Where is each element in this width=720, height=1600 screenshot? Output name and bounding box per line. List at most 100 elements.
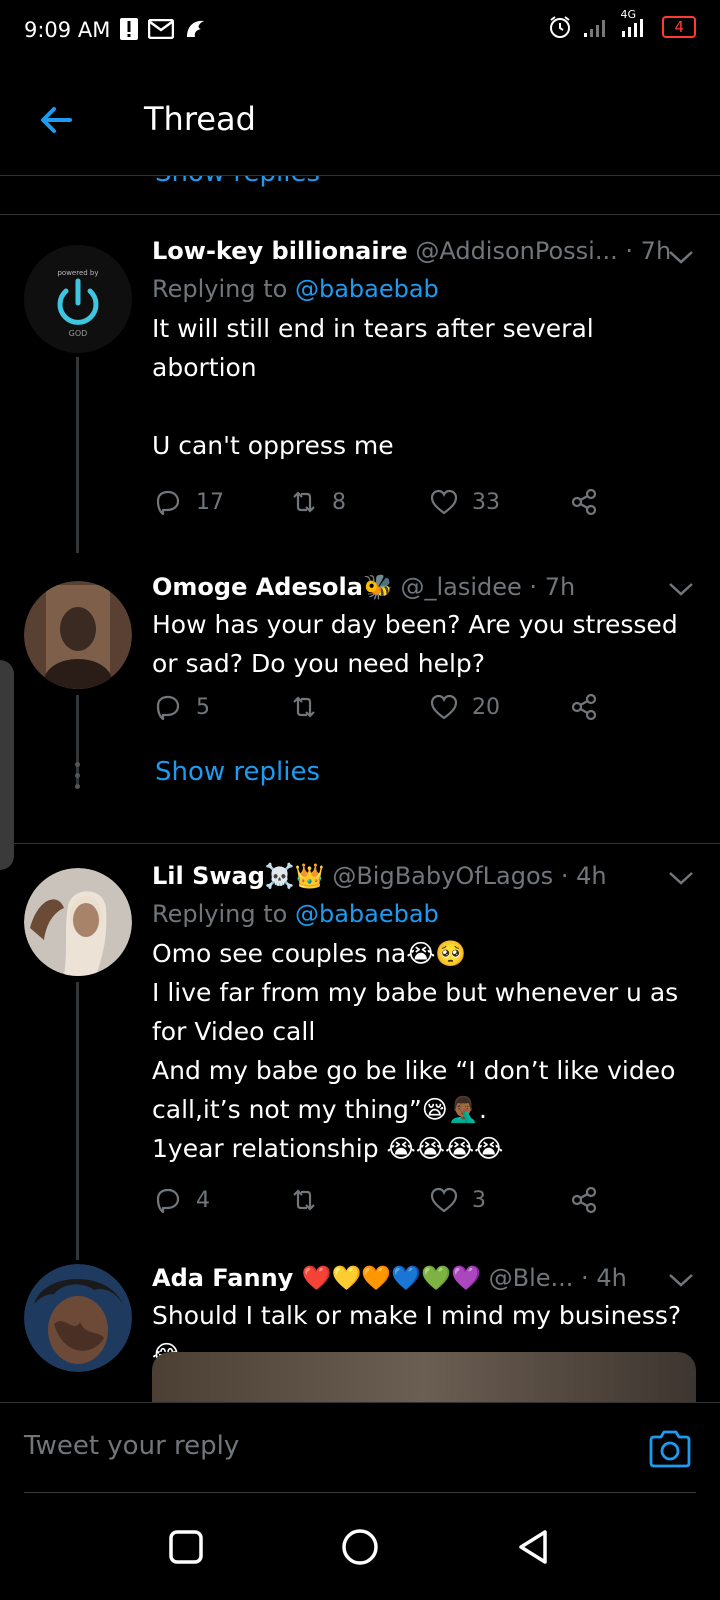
system-nav-bar bbox=[0, 1492, 720, 1600]
battery-level: 4 bbox=[674, 18, 684, 36]
thread-feed[interactable]: Show replies powered by GOD Low-key bill… bbox=[0, 176, 720, 1402]
tweet-text: It will still end in tears after several… bbox=[152, 314, 594, 460]
mail-icon bbox=[148, 18, 174, 40]
like-button[interactable]: 33 bbox=[428, 486, 500, 518]
retweet-button[interactable]: 8 bbox=[288, 486, 346, 518]
meta-separator: · bbox=[529, 573, 538, 601]
share-button[interactable] bbox=[568, 486, 600, 518]
replying-to: Replying to @babaebab bbox=[152, 269, 692, 309]
thread-dots bbox=[73, 176, 82, 181]
tweet-content: Low-key billionaire @AddisonPossi... · 7… bbox=[152, 233, 692, 465]
tweet-media[interactable] bbox=[152, 1352, 696, 1402]
status-right-icons: 4G 4 bbox=[548, 8, 696, 38]
like-button[interactable]: 20 bbox=[428, 691, 500, 723]
show-replies-link[interactable]: Show replies bbox=[155, 757, 320, 787]
author-handle[interactable]: @Ble... bbox=[489, 1264, 574, 1292]
edge-panel-handle[interactable] bbox=[0, 660, 14, 870]
camera-icon[interactable] bbox=[648, 1429, 692, 1469]
chevron-down-icon[interactable] bbox=[666, 247, 696, 267]
reply-icon bbox=[156, 695, 180, 721]
share-button[interactable] bbox=[568, 691, 600, 723]
replying-label: Replying to bbox=[152, 275, 288, 303]
replying-label: Replying to bbox=[152, 900, 288, 928]
chevron-down-icon[interactable] bbox=[666, 1270, 696, 1290]
tweet-meta: Low-key billionaire @AddisonPossi... · 7… bbox=[152, 233, 692, 269]
author-name[interactable]: Omoge Adesola🐝 bbox=[152, 573, 393, 601]
meta-separator: · bbox=[581, 1264, 589, 1292]
chevron-down-icon[interactable] bbox=[666, 868, 696, 888]
tweet[interactable]: powered by GOD Low-key billionaire @Addi… bbox=[0, 215, 720, 555]
status-bar: 9:09 AM 4G 4 bbox=[0, 0, 720, 64]
mention-link[interactable]: @babaebab bbox=[295, 275, 439, 303]
tweet-actions: 5 20 bbox=[152, 691, 632, 731]
heart-icon bbox=[430, 489, 458, 515]
reply-composer[interactable]: Tweet your reply bbox=[0, 1402, 720, 1493]
tweet-meta: Ada Fanny ❤️💛🧡💙💚💜 @Ble... · 4h bbox=[152, 1260, 692, 1296]
chevron-down-icon[interactable] bbox=[666, 579, 696, 599]
share-icon bbox=[571, 488, 597, 516]
back-triangle-icon[interactable] bbox=[515, 1528, 553, 1566]
show-replies-link[interactable]: Show replies bbox=[155, 176, 320, 188]
tweet-content: Omoge Adesola🐝 @_lasidee · 7h How has yo… bbox=[152, 569, 692, 683]
tweet-text: Omo see couples na😭🥺 I live far from my … bbox=[152, 939, 679, 1163]
tweet[interactable]: Lil Swag☠️👑 @BigBabyOfLagos · 4h Replyin… bbox=[0, 844, 720, 1260]
reply-button[interactable]: 4 bbox=[152, 1184, 210, 1216]
retweet-button[interactable] bbox=[288, 691, 332, 723]
tweet[interactable]: Ada Fanny ❤️💛🧡💙💚💜 @Ble... · 4h Should I … bbox=[0, 1260, 720, 1402]
tweet-actions: 4 3 bbox=[152, 1184, 632, 1224]
meta-separator: · bbox=[625, 237, 634, 265]
like-count: 3 bbox=[472, 1187, 486, 1213]
thread-dots bbox=[73, 762, 82, 795]
author-handle[interactable]: @BigBabyOfLagos bbox=[332, 862, 553, 890]
signal-4g-icon: 4G bbox=[620, 8, 650, 38]
retweet-icon bbox=[293, 696, 315, 718]
arrow-left-icon[interactable] bbox=[36, 100, 76, 140]
tweet-content: Lil Swag☠️👑 @BigBabyOfLagos · 4h Replyin… bbox=[152, 858, 692, 1168]
tweet[interactable]: Omoge Adesola🐝 @_lasidee · 7h How has yo… bbox=[0, 555, 720, 828]
status-left-icons bbox=[120, 18, 206, 40]
page-title: Thread bbox=[144, 100, 256, 138]
reply-count: 17 bbox=[196, 489, 224, 515]
heart-icon bbox=[430, 694, 458, 720]
app-notification-icon bbox=[184, 18, 206, 40]
reply-input[interactable]: Tweet your reply bbox=[24, 1431, 239, 1461]
author-name[interactable]: Lil Swag☠️👑 bbox=[152, 862, 325, 890]
author-name[interactable]: Ada Fanny ❤️💛🧡💙💚💜 bbox=[152, 1264, 481, 1292]
share-icon bbox=[571, 1186, 597, 1214]
tweet-age: 4h bbox=[576, 862, 607, 890]
thread-line bbox=[76, 357, 79, 553]
mention-link[interactable]: @babaebab bbox=[295, 900, 439, 928]
thread-line bbox=[76, 982, 79, 1260]
reply-count: 5 bbox=[196, 694, 210, 720]
reply-button[interactable]: 17 bbox=[152, 486, 224, 518]
author-handle[interactable]: @_lasidee bbox=[400, 573, 521, 601]
avatar[interactable] bbox=[24, 868, 132, 976]
like-button[interactable]: 3 bbox=[428, 1184, 486, 1216]
heart-icon bbox=[430, 1187, 458, 1213]
signal-icon bbox=[584, 16, 608, 38]
avatar[interactable] bbox=[24, 581, 132, 689]
like-count: 33 bbox=[472, 489, 500, 515]
network-label: 4G bbox=[620, 8, 636, 21]
status-time: 9:09 AM bbox=[24, 18, 111, 42]
tweet-meta: Omoge Adesola🐝 @_lasidee · 7h bbox=[152, 569, 692, 605]
like-count: 20 bbox=[472, 694, 500, 720]
home-circle-icon[interactable] bbox=[341, 1528, 379, 1566]
alert-icon bbox=[120, 18, 138, 40]
avatar[interactable] bbox=[24, 1264, 132, 1372]
battery-icon: 4 bbox=[662, 16, 696, 38]
retweet-icon bbox=[293, 1189, 315, 1211]
recents-square-icon[interactable] bbox=[167, 1528, 205, 1566]
retweet-button[interactable] bbox=[288, 1184, 332, 1216]
reply-count: 4 bbox=[196, 1187, 210, 1213]
thread-header: Thread bbox=[0, 64, 720, 176]
retweet-count: 8 bbox=[332, 489, 346, 515]
tweet-actions: 17 8 33 bbox=[152, 486, 632, 526]
author-handle[interactable]: @AddisonPossi... bbox=[415, 237, 617, 265]
reply-button[interactable]: 5 bbox=[152, 691, 210, 723]
author-name[interactable]: Low-key billionaire bbox=[152, 237, 408, 265]
share-icon bbox=[571, 693, 597, 721]
avatar[interactable]: powered by GOD bbox=[24, 245, 132, 353]
share-button[interactable] bbox=[568, 1184, 600, 1216]
reply-icon bbox=[156, 490, 180, 516]
